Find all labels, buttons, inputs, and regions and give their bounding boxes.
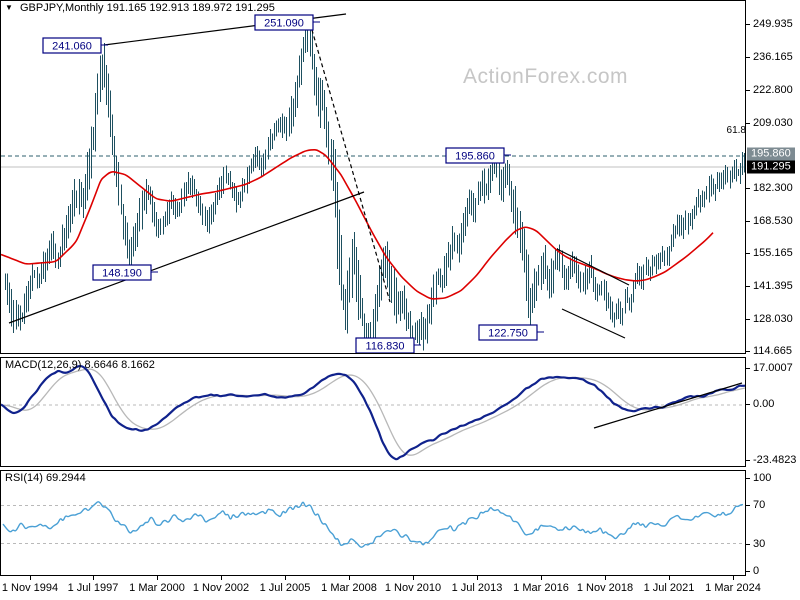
axis-tick [746, 90, 750, 91]
axis-tick [746, 221, 750, 222]
date-tick [285, 576, 286, 580]
chart-window: 241.060 251.090 148.190 195.860 116.830 122.7… [0, 0, 800, 600]
axis-tick [746, 188, 750, 189]
price-label: 251.090 [254, 14, 320, 31]
price-chart-canvas[interactable]: 241.060 251.090 148.190 195.860 116.830 122.7… [1, 1, 745, 353]
axis-tick [746, 123, 750, 124]
axis-label: 0 [753, 565, 760, 577]
macd-panel[interactable]: MACD(12,26,9) 8.6646 8.1662 [0, 357, 746, 467]
axis-label: 249.935 [753, 18, 793, 30]
date-label: 1 Mar 2000 [129, 582, 185, 594]
axis-label: 236.165 [753, 51, 793, 63]
price-label: 241.060 [42, 37, 108, 54]
date-tick [541, 576, 542, 580]
svg-text:122.750: 122.750 [488, 328, 528, 340]
symbol-period-label: GBPJPY,Monthly [19, 2, 104, 14]
svg-text:241.060: 241.060 [52, 41, 92, 53]
axis-label: 141.395 [753, 280, 793, 292]
date-label: 1 Mar 2016 [513, 582, 569, 594]
axis-label: 0.00 [753, 398, 775, 410]
axis-tick [746, 544, 750, 545]
svg-text:251.090: 251.090 [264, 18, 304, 30]
axis-tick [746, 286, 750, 287]
axis-tick [746, 368, 750, 369]
axis-label: 114.665 [753, 345, 792, 357]
date-label: 1 Nov 2002 [192, 582, 250, 594]
date-label: 1 Jul 2021 [643, 582, 695, 594]
axis-label: -23.4823 [753, 454, 797, 466]
axis-tick [746, 505, 750, 506]
macd-indicator-label: MACD(12,26,9) 8.6646 8.1662 [5, 359, 155, 371]
axis-label: 182.300 [753, 182, 793, 194]
date-tick [413, 576, 414, 580]
svg-text:195.860: 195.860 [455, 151, 495, 163]
date-label: 1 Mar 2008 [321, 582, 377, 594]
date-tick [733, 576, 734, 580]
date-tick [477, 576, 478, 580]
price-label: 116.830 [355, 337, 421, 353]
date-label: 1 Nov 1994 [1, 582, 59, 594]
date-tick [221, 576, 222, 580]
chart-title-bar: ▼ GBPJPY,Monthly 191.165 192.913 189.972… [5, 2, 275, 14]
svg-text:148.190: 148.190 [102, 268, 142, 280]
axis-tick [746, 404, 750, 405]
current-price-axis-label: 191.295 [747, 160, 795, 174]
date-tick [605, 576, 606, 580]
axis-label: 30 [753, 538, 766, 550]
svg-text:116.830: 116.830 [366, 341, 405, 353]
date-label: 1 Jul 2005 [259, 582, 311, 594]
date-tick [157, 576, 158, 580]
date-label: 1 Nov 2018 [576, 582, 634, 594]
macd-canvas[interactable] [1, 358, 745, 466]
axis-tick [746, 319, 750, 320]
axis-label: 17.0007 [753, 362, 793, 374]
axis-label: 222.800 [753, 84, 793, 96]
axis-tick [746, 571, 750, 572]
rsi-panel[interactable]: RSI(14) 69.2944 [0, 470, 746, 576]
watermark: ActionForex.com [463, 65, 629, 88]
axis-tick [746, 351, 750, 352]
price-label: 195.860 [445, 147, 511, 164]
price-label: 122.750 [478, 324, 544, 341]
axis-label: 70 [753, 499, 766, 511]
axis-label: 128.030 [753, 313, 793, 325]
date-tick [30, 576, 31, 580]
main-price-panel[interactable]: 241.060 251.090 148.190 195.860 116.830 122.7… [0, 0, 746, 354]
date-tick [349, 576, 350, 580]
axis-tick [746, 253, 750, 254]
axis-label: 155.165 [753, 247, 793, 259]
ohlc-values: 191.165 192.913 189.972 191.295 [106, 2, 275, 14]
axis-tick [746, 24, 750, 25]
date-label: 1 Mar 2024 [705, 582, 761, 594]
date-tick [669, 576, 670, 580]
date-label: 1 Jul 1997 [67, 582, 119, 594]
fib-61-8-label: 61.8 [726, 125, 746, 136]
axis-label: 209.030 [753, 117, 793, 129]
level-price-axis-label: 195.860 [747, 147, 795, 161]
axis-label: 100 [753, 472, 772, 484]
rsi-indicator-label: RSI(14) 69.2944 [5, 472, 86, 484]
axis-tick [746, 460, 750, 461]
date-tick [93, 576, 94, 580]
price-label: 148.190 [92, 264, 158, 281]
rsi-canvas[interactable] [1, 471, 745, 575]
axis-tick [746, 478, 750, 479]
symbol-dropdown-icon[interactable]: ▼ [5, 3, 13, 12]
date-label: 1 Nov 2010 [384, 582, 442, 594]
axis-label: 168.530 [753, 215, 793, 227]
axis-tick [746, 57, 750, 58]
date-label: 1 Jul 2013 [451, 582, 503, 594]
